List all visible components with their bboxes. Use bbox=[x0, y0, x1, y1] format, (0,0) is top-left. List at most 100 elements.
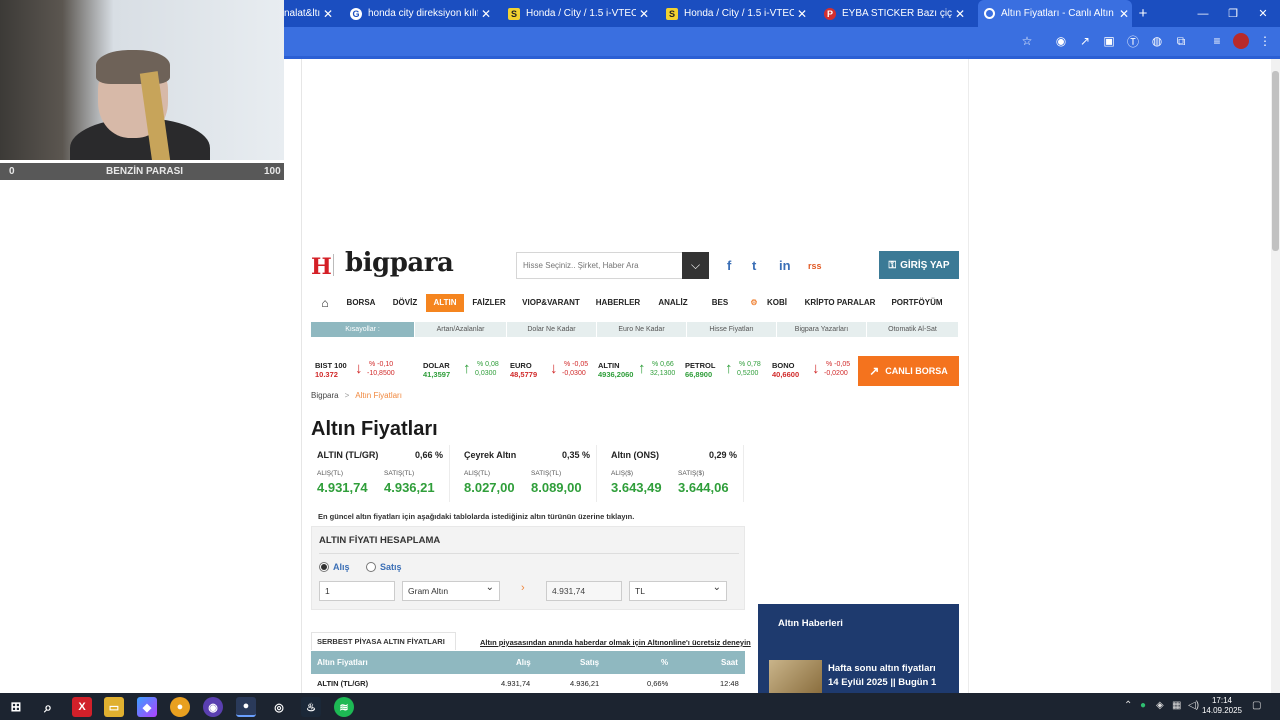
table-row[interactable]: ALTIN (TL/GR) 4.931,74 4.936,21 0,66% 12… bbox=[311, 674, 745, 693]
tab-serbest-piyasa[interactable]: SERBEST PİYASA ALTIN FİYATLARI bbox=[311, 632, 456, 650]
result-field[interactable]: 4.931,74 bbox=[546, 581, 622, 601]
currency-select[interactable]: TL bbox=[629, 579, 727, 601]
buy-radio[interactable]: Alış bbox=[319, 562, 350, 572]
gold-type-select[interactable]: Gram Altın bbox=[402, 579, 500, 601]
price-card[interactable]: ALTIN (TL/GR) 0,66 % ALIŞ(TL) SATIŞ(TL) … bbox=[311, 445, 450, 502]
logo-text[interactable]: bigpara bbox=[345, 248, 454, 278]
avatar[interactable] bbox=[1233, 33, 1249, 49]
home-icon[interactable]: ⌂ bbox=[317, 294, 333, 312]
close-window-button[interactable]: ✕ bbox=[1248, 0, 1278, 27]
close-icon[interactable]: ✕ bbox=[320, 7, 336, 21]
twitter-icon[interactable]: t bbox=[752, 258, 756, 273]
scrollbar[interactable] bbox=[1271, 59, 1280, 693]
spotify-icon[interactable]: ≋ bbox=[334, 697, 354, 717]
tab-6-active[interactable]: Altın Fiyatları - Canlı Altın Kuru ✕ bbox=[978, 0, 1132, 27]
chrome-active-icon[interactable]: ● bbox=[236, 697, 256, 717]
windows-start-icon[interactable]: ⊞ bbox=[6, 697, 26, 717]
ticker-item[interactable]: ALTIN 4936,2060 ↑ % 0,66 32,1300 bbox=[594, 356, 681, 386]
nav-item-bes[interactable]: BES bbox=[709, 294, 731, 312]
ticker-item[interactable]: PETROL 66,8900 ↑ % 0,78 0,5200 bbox=[681, 356, 768, 386]
price-card[interactable]: Altın (ONS) 0,29 % ALIŞ($) SATIŞ($) 3.64… bbox=[605, 445, 744, 502]
live-market-button[interactable]: ↗ CANLI BORSA bbox=[858, 356, 959, 386]
linkedin-icon[interactable]: in bbox=[779, 258, 791, 273]
close-icon[interactable]: ✕ bbox=[1116, 7, 1132, 21]
shortcut-dolar[interactable]: Dolar Ne Kadar bbox=[507, 322, 597, 337]
tab-5[interactable]: P EYBA STİCKER Bazı çiçekler baz ✕ bbox=[824, 0, 968, 27]
nav-item-doviz[interactable]: DÖVİZ bbox=[389, 294, 421, 312]
quantity-input[interactable]: 1 bbox=[319, 581, 395, 601]
network-icon[interactable]: ▦ bbox=[1172, 700, 1181, 711]
shortcut-yazarlar[interactable]: Bigpara Yazarları bbox=[777, 322, 867, 337]
search-icon[interactable]: ⌕ bbox=[38, 697, 58, 717]
restore-button[interactable]: ❐ bbox=[1218, 0, 1248, 27]
nav-item-faizler[interactable]: FAİZLER bbox=[469, 294, 509, 312]
new-tab-button[interactable]: + bbox=[1134, 0, 1152, 27]
shortcut-otomatik[interactable]: Otomatik Al-Sat bbox=[867, 322, 959, 337]
price-card[interactable]: Çeyrek Altın 0,35 % ALIŞ(TL) SATIŞ(TL) 8… bbox=[458, 445, 597, 502]
minimize-button[interactable]: — bbox=[1188, 0, 1218, 27]
news-thumbnail[interactable] bbox=[769, 660, 822, 693]
reading-list-icon[interactable]: ≡ bbox=[1209, 33, 1225, 49]
tray-app-icon[interactable]: ◈ bbox=[1156, 700, 1164, 711]
nav-item-analiz[interactable]: ANALİZ bbox=[656, 294, 690, 312]
shortcut-euro[interactable]: Euro Ne Kadar bbox=[597, 322, 687, 337]
tab-4[interactable]: S Honda / City / 1.5 i-VTEC / Exe ✕ bbox=[666, 0, 810, 27]
news-title-line2[interactable]: 14 Eylül 2025 || Bugün 1 bbox=[828, 677, 936, 688]
obs-icon[interactable]: ◎ bbox=[269, 697, 289, 717]
nav-item-kripto[interactable]: KRİPTO PARALAR bbox=[803, 294, 877, 312]
facebook-icon[interactable]: f bbox=[727, 258, 731, 273]
star-icon[interactable]: ☆ bbox=[1019, 33, 1035, 49]
copilot-icon[interactable]: ◆ bbox=[137, 697, 157, 717]
extension-icon[interactable]: ▣ bbox=[1101, 33, 1117, 49]
nav-item-borsa[interactable]: BORSA bbox=[343, 294, 379, 312]
nav-item-portfoyum[interactable]: PORTFÖYÜM bbox=[889, 294, 945, 312]
sell-radio[interactable]: Satış bbox=[366, 562, 402, 572]
extension-icon[interactable]: ◍ bbox=[1149, 33, 1165, 49]
close-icon[interactable]: ✕ bbox=[794, 7, 810, 21]
nav-item-haberler[interactable]: HABERLER bbox=[594, 294, 642, 312]
notification-icon[interactable]: ▢ bbox=[1252, 700, 1261, 711]
xsplit-icon[interactable]: X bbox=[72, 697, 92, 717]
puzzle-icon[interactable]: ⧉ bbox=[1173, 33, 1189, 49]
search-input[interactable] bbox=[516, 252, 682, 279]
nav-item-altin[interactable]: ALTIN bbox=[426, 294, 464, 312]
gauge-min: 0 bbox=[9, 166, 15, 177]
translate-icon[interactable]: Ⓣ bbox=[1125, 33, 1141, 49]
tab-1[interactable]: nalat&ltıb ✕ bbox=[284, 0, 336, 27]
tab-2[interactable]: G honda city direksiyon kılıfı - Go ✕ bbox=[350, 0, 494, 27]
tray-app-icon[interactable]: ● bbox=[1140, 700, 1146, 711]
altinonline-promo-link[interactable]: Altın piyasasından anında haberdar olmak… bbox=[480, 638, 751, 647]
breadcrumb-home[interactable]: Bigpara bbox=[311, 391, 339, 400]
tray-chevron-icon[interactable]: ⌃ bbox=[1124, 700, 1132, 711]
file-explorer-icon[interactable]: ▭ bbox=[104, 697, 124, 717]
login-button[interactable]: ⚿ GİRİŞ YAP bbox=[879, 251, 959, 279]
shortcut-hisse[interactable]: Hisse Fiyatları bbox=[687, 322, 777, 337]
breadcrumb-current[interactable]: Altın Fiyatları bbox=[355, 391, 402, 400]
nav-item-kobi[interactable]: KOBİ bbox=[764, 294, 790, 312]
taskbar-clock[interactable]: 17:14 14.09.2025 bbox=[1200, 696, 1244, 716]
news-title-line1[interactable]: Hafta sonu altın fiyatları bbox=[828, 663, 936, 674]
close-icon[interactable]: ✕ bbox=[636, 7, 652, 21]
chrome-icon[interactable]: ● bbox=[170, 697, 190, 717]
scrollbar-thumb[interactable] bbox=[1272, 71, 1279, 251]
card-name: Altın (ONS) bbox=[611, 450, 659, 460]
extension-icon[interactable]: ◉ bbox=[1053, 33, 1069, 49]
extension-icon[interactable]: ↗ bbox=[1077, 33, 1093, 49]
search-dropdown-button[interactable]: ⌵ bbox=[682, 252, 709, 279]
close-icon[interactable]: ✕ bbox=[478, 7, 494, 21]
steam-icon[interactable]: ♨ bbox=[301, 697, 321, 717]
row-name: ALTIN (TL/GR) bbox=[317, 679, 369, 688]
shortcut-artan[interactable]: Artan/Azalanlar bbox=[415, 322, 507, 337]
ticker-item[interactable]: BONO 40,6600 ↓ % -0,05 -0,0200 bbox=[768, 356, 855, 386]
logo-mark[interactable]: H bbox=[311, 254, 332, 280]
nav-item-viop[interactable]: VIOP&VARANT bbox=[518, 294, 584, 312]
close-icon[interactable]: ✕ bbox=[952, 7, 968, 21]
ticker-item[interactable]: EURO 48,5779 ↓ % -0,05 -0,0300 bbox=[506, 356, 593, 386]
tab-3[interactable]: S Honda / City / 1.5 i-VTEC / Exe ✕ bbox=[508, 0, 652, 27]
menu-icon[interactable]: ⋮ bbox=[1257, 33, 1273, 49]
ticker-item[interactable]: BIST 100 10.372 ↓ % -0,10 -10,8500 bbox=[311, 356, 398, 386]
volume-icon[interactable]: ◁) bbox=[1188, 700, 1199, 711]
app-icon[interactable]: ◉ bbox=[203, 697, 223, 717]
rss-icon[interactable]: rss bbox=[808, 261, 822, 271]
ticker-item[interactable]: DOLAR 41,3597 ↑ % 0,08 0,0300 bbox=[419, 356, 506, 386]
